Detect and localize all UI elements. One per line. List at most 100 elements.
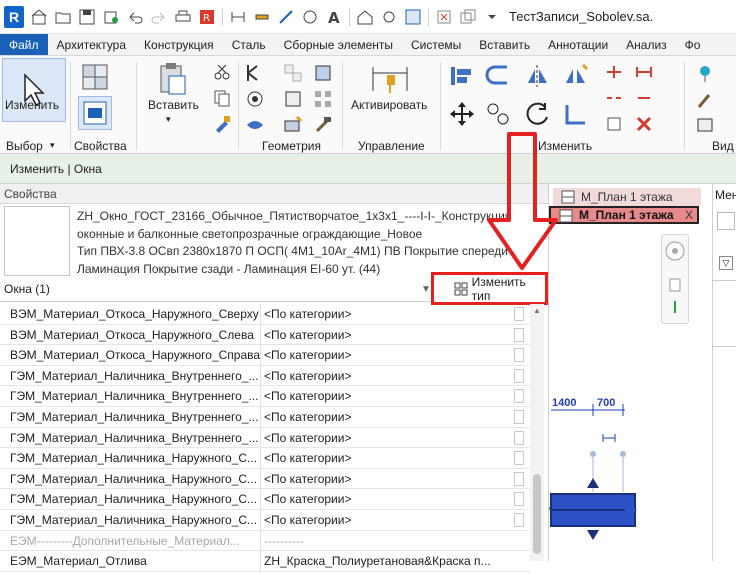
view-box-icon[interactable] [694, 114, 716, 136]
table-row[interactable]: ГЭМ_Материал_Наличника_Внутреннего_... <П… [0, 427, 530, 449]
demolish-icon[interactable] [312, 114, 334, 136]
cut-icon[interactable] [212, 62, 232, 82]
associate-param-button[interactable] [514, 348, 524, 363]
param-value[interactable]: <По категории> [264, 472, 510, 486]
view-tab-plan[interactable]: М_План 1 этажа [553, 188, 701, 206]
mirror-draw-icon[interactable] [562, 62, 590, 90]
table-row[interactable]: ГЭМ_Материал_Наличника_Внутреннего_... <П… [0, 406, 530, 428]
table-row[interactable]: ГЭМ_Материал_Наличника_Наружного_С... <По… [0, 448, 530, 469]
rotate-icon[interactable] [524, 100, 552, 128]
tab-format[interactable]: Фо [676, 34, 710, 55]
associate-param-button[interactable] [514, 471, 524, 486]
dimension-icon[interactable] [229, 8, 247, 26]
view-tab-plan-active[interactable]: М_План 1 этажа X [549, 206, 699, 224]
param-value[interactable]: <По категории> [264, 369, 510, 383]
align-icon[interactable] [448, 62, 476, 90]
activate-button[interactable] [360, 60, 420, 98]
copy-element-icon[interactable] [484, 100, 512, 128]
tab-analyze[interactable]: Анализ [617, 34, 676, 55]
scroll-up-icon[interactable]: ▲ [533, 306, 541, 315]
trim-icon[interactable] [562, 100, 590, 128]
param-value[interactable]: <По категории> [264, 328, 510, 342]
view-brush-icon[interactable] [694, 88, 716, 110]
associate-param-button[interactable] [514, 430, 524, 445]
view-pin-icon[interactable] [694, 62, 716, 84]
join-icon[interactable] [244, 114, 266, 136]
aligned-dim-icon[interactable] [253, 8, 271, 26]
paste-button[interactable] [148, 60, 196, 98]
tab-systems[interactable]: Системы [402, 34, 470, 55]
table-row[interactable]: ВЭМ_Материал_Откоса_Наружного_Слева <По к… [0, 324, 530, 346]
table-row[interactable]: ВЭМ_Материал_Откоса_Наружного_Сверху <По … [0, 304, 530, 325]
param-value[interactable]: <По категории> [264, 451, 510, 465]
param-value[interactable]: <По категории> [264, 492, 510, 506]
associate-param-button[interactable] [514, 512, 524, 527]
modify-button[interactable] [2, 58, 66, 122]
scrollbar-thumb[interactable] [533, 474, 541, 554]
paint-icon[interactable] [282, 114, 304, 136]
wall-joins-icon[interactable] [282, 62, 304, 84]
switch-windows-icon[interactable] [404, 8, 422, 26]
split-gap-icon[interactable] [604, 88, 624, 108]
param-value[interactable]: <По категории> [264, 513, 510, 527]
home-icon[interactable] [30, 8, 48, 26]
undo-icon[interactable] [126, 8, 144, 26]
window-plan-drawing[interactable] [549, 394, 713, 574]
param-value[interactable]: <По категории> [264, 410, 510, 424]
associate-param-button[interactable] [514, 492, 524, 507]
measure-icon[interactable] [277, 8, 295, 26]
move-icon[interactable] [448, 100, 476, 128]
associate-param-button[interactable] [514, 307, 524, 321]
delete-icon[interactable] [634, 114, 654, 134]
type-selector[interactable]: ZH_Окно_ГОСТ_23166_Обычное_Пятистворчато… [77, 208, 522, 278]
table-row[interactable]: ЕЭМ_Материал_Отлива ZH_Краска_Полиуретано… [0, 551, 530, 572]
select-dropdown-icon[interactable]: ▾ [50, 140, 55, 151]
table-row[interactable]: ГЭМ_Материал_Наличника_Наружного_С... <По… [0, 468, 530, 490]
associate-param-button[interactable] [514, 327, 524, 342]
tab-precast[interactable]: Сборные элементы [275, 34, 402, 55]
copy-icon[interactable] [212, 88, 232, 108]
param-value[interactable]: ZH_Краска_Полиуретановая&Краска п... [264, 554, 510, 568]
scale-icon[interactable] [634, 62, 654, 82]
cut-geometry-icon[interactable] [244, 88, 266, 110]
text-icon[interactable]: A [325, 8, 343, 26]
associate-param-button[interactable] [514, 368, 524, 383]
paste-label[interactable]: Вставить [148, 98, 199, 112]
print-icon[interactable] [174, 8, 192, 26]
paste-dropdown-icon[interactable]: ▾ [166, 114, 171, 125]
activate-label[interactable]: Активировать [351, 98, 427, 112]
tab-steel[interactable]: Сталь [223, 34, 275, 55]
open-icon[interactable] [54, 8, 72, 26]
associate-param-button[interactable] [514, 451, 524, 466]
param-value[interactable]: <По категории> [264, 431, 510, 445]
close-hidden-icon[interactable] [435, 8, 453, 26]
default-3d-icon[interactable] [356, 8, 374, 26]
table-row[interactable]: ВЭМ_Материал_Откоса_Наружного_Справа <По … [0, 345, 530, 366]
table-row[interactable]: ГЭМ_Материал_Наличника_Внутреннего_... <П… [0, 365, 530, 387]
multi-window-icon[interactable] [459, 8, 477, 26]
split-face-icon[interactable] [282, 88, 304, 110]
tag-icon[interactable] [301, 8, 319, 26]
drawing-area[interactable]: М_План 1 этажа М_План 1 этажа X 1400 700 [548, 184, 712, 561]
tab-annotate[interactable]: Аннотации [539, 34, 617, 55]
array-icon[interactable] [312, 88, 334, 110]
revit-small-icon[interactable]: R [198, 8, 216, 26]
save-icon[interactable] [78, 8, 96, 26]
browser-toolbar-icon[interactable] [717, 212, 735, 230]
param-value[interactable]: <По категории> [264, 348, 510, 362]
section-icon[interactable] [380, 8, 398, 26]
table-row[interactable]: ГЭМ_Материал_Наличника_Наружного_С... <По… [0, 509, 530, 531]
pin-icon[interactable] [604, 114, 624, 134]
properties-button[interactable] [78, 96, 112, 130]
revit-logo[interactable]: R [4, 5, 24, 28]
associate-param-button[interactable] [514, 389, 524, 404]
param-value[interactable]: <По категории> [264, 389, 510, 403]
filter-dropdown-icon[interactable]: ▼ [421, 284, 431, 295]
tab-file[interactable]: Файл [0, 34, 48, 55]
expand-tree-icon[interactable]: ▽ [719, 256, 733, 270]
select-label[interactable]: Выбор [6, 139, 43, 153]
tab-insert[interactable]: Вставить [470, 34, 539, 55]
mirror-pick-icon[interactable] [524, 62, 552, 90]
table-row[interactable]: ГЭМ_Материал_Наличника_Наружного_С... <По… [0, 489, 530, 510]
tab-structure[interactable]: Конструкция [135, 34, 223, 55]
